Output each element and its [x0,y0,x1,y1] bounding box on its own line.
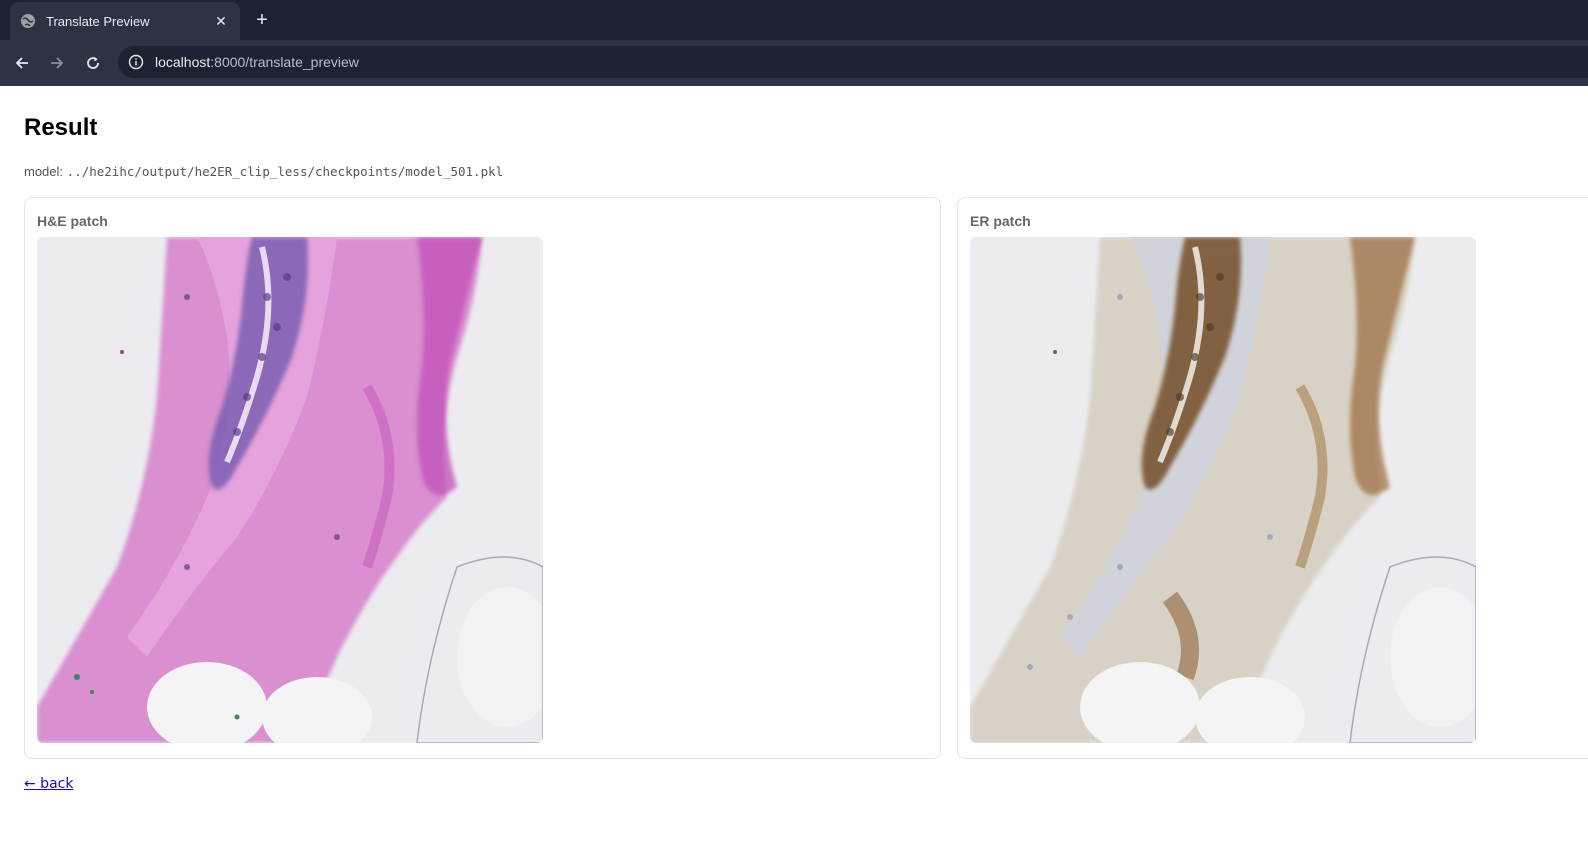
model-info: model: ../he2ihc/output/he2ER_clip_less/… [24,164,503,179]
back-arrow-icon[interactable] [10,51,34,75]
url-host: localhost [155,54,211,70]
new-tab-button[interactable]: + [250,8,274,32]
browser-tab[interactable]: Translate Preview ✕ [10,2,240,40]
er-patch-label: ER patch [970,213,1031,229]
site-info-icon[interactable] [126,52,146,72]
back-link[interactable]: ← back [24,776,73,792]
model-label: model: [24,164,64,179]
he-patch-panel: H&E patch [24,197,941,759]
er-ihc-tissue-image [970,237,1476,743]
address-bar[interactable]: localhost:8000/translate_preview [118,46,1588,78]
he-patch-label: H&E patch [37,213,108,229]
tab-title: Translate Preview [46,13,150,29]
globe-icon [20,13,36,29]
close-tab-icon[interactable]: ✕ [212,12,230,30]
browser-toolbar: localhost:8000/translate_preview [0,40,1588,86]
he-stain-tissue-image [37,237,543,743]
page-title: Result [24,114,98,141]
reload-icon[interactable] [81,51,105,75]
browser-tab-bar: Translate Preview ✕ + [0,0,1588,40]
forward-arrow-icon[interactable] [45,51,69,75]
model-path: ../he2ihc/output/he2ER_clip_less/checkpo… [66,164,504,179]
page-content: Result model: ../he2ihc/output/he2ER_cli… [0,86,1588,848]
url-path: :8000/translate_preview [210,54,359,70]
er-patch-panel: ER patch [957,197,1588,759]
